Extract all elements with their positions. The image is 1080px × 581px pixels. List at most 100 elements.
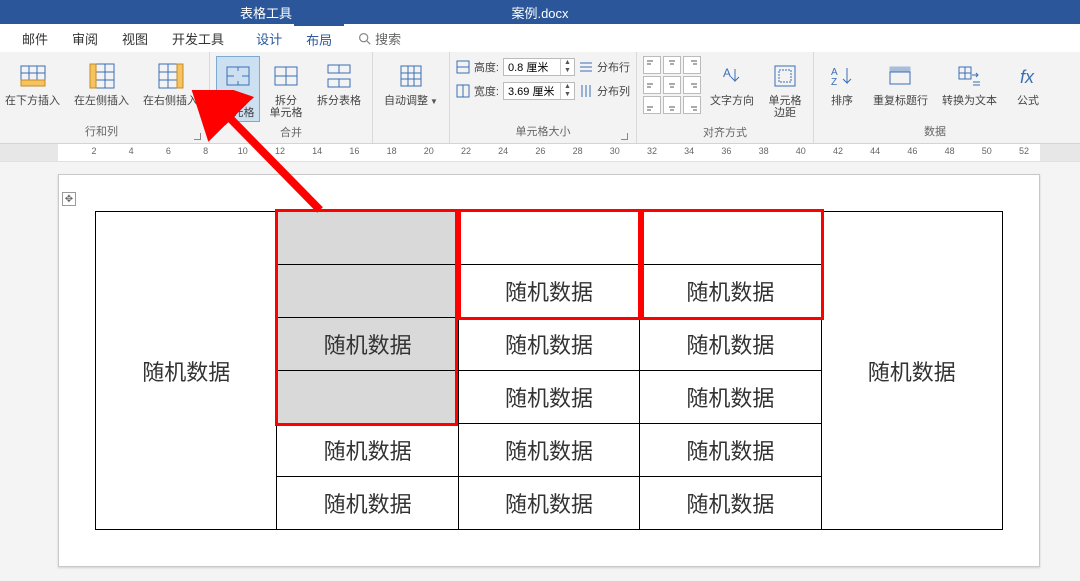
table-cell[interactable]: 随机数据 xyxy=(640,318,821,371)
autofit-icon xyxy=(394,59,428,93)
insert-below-button[interactable]: 在下方插入 xyxy=(0,56,65,110)
table-cell[interactable]: 随机数据 xyxy=(96,212,277,530)
align-bc[interactable] xyxy=(663,96,681,114)
tab-layout[interactable]: 布局 xyxy=(294,24,344,52)
width-label: 宽度: xyxy=(474,83,499,99)
table-cell[interactable] xyxy=(277,265,458,318)
tab-developer[interactable]: 开发工具 xyxy=(160,24,236,52)
group-label-alignment: 对齐方式 xyxy=(643,122,807,144)
table-cell[interactable]: 随机数据 xyxy=(277,318,458,371)
table-cell[interactable]: 随机数据 xyxy=(640,424,821,477)
table-cell[interactable] xyxy=(458,212,639,265)
merge-cells-button[interactable]: 合并 单元格 xyxy=(216,56,260,122)
group-data: AZ 排序 重复标题行 转换为文本 xyxy=(814,52,1056,143)
horizontal-ruler[interactable]: 2468101214161820222426283032343638404244… xyxy=(0,144,1080,162)
search-placeholder: 搜索 xyxy=(375,29,401,48)
repeat-header-button[interactable]: 重复标题行 xyxy=(868,56,933,110)
table-cell[interactable]: 随机数据 xyxy=(640,265,821,318)
distribute-cols-icon xyxy=(579,84,593,98)
chevron-down-icon: ▼ xyxy=(430,97,438,106)
table-cell[interactable]: 随机数据 xyxy=(458,265,639,318)
group-label-data: 数据 xyxy=(820,121,1050,143)
align-ml[interactable] xyxy=(643,76,661,94)
convert-to-text-button[interactable]: 转换为文本 xyxy=(937,56,1002,110)
table-cell[interactable]: 随机数据 xyxy=(458,371,639,424)
convert-to-text-icon xyxy=(952,59,986,93)
insert-left-button[interactable]: 在左侧插入 xyxy=(69,56,134,110)
table-cell[interactable]: 随机数据 xyxy=(277,477,458,530)
align-tr[interactable] xyxy=(683,56,701,74)
search-box[interactable]: 搜索 xyxy=(358,29,401,48)
search-icon xyxy=(358,32,371,45)
distribute-rows-button[interactable]: 分布行 xyxy=(597,59,630,75)
stepper-down-icon[interactable]: ▼ xyxy=(561,91,574,99)
merge-cells-icon xyxy=(221,59,255,93)
insert-right-button[interactable]: 在右侧插入 xyxy=(138,56,203,110)
svg-text:fx: fx xyxy=(1020,67,1035,87)
alignment-grid xyxy=(643,56,701,114)
align-mc[interactable] xyxy=(663,76,681,94)
col-width-input[interactable]: ▲▼ xyxy=(503,82,575,100)
split-cells-icon xyxy=(269,59,303,93)
tab-design[interactable]: 设计 xyxy=(244,24,294,52)
svg-text:Z: Z xyxy=(831,77,837,88)
insert-below-icon xyxy=(16,59,50,93)
ribbon-tabs: 邮件 审阅 视图 开发工具 设计 布局 搜索 xyxy=(0,24,1080,52)
insert-left-icon xyxy=(85,59,119,93)
tab-review[interactable]: 审阅 xyxy=(60,24,110,52)
split-cells-button[interactable]: 拆分 单元格 xyxy=(264,56,308,122)
ribbon: 在下方插入 在左侧插入 在右侧插入 行和列 xyxy=(0,52,1080,144)
group-label-merge: 合并 xyxy=(216,122,366,144)
formula-button[interactable]: fx 公式 xyxy=(1006,56,1050,110)
row-height-input[interactable]: ▲▼ xyxy=(503,58,575,76)
group-label-rows-cols: 行和列 xyxy=(0,121,203,143)
repeat-header-icon xyxy=(883,59,917,93)
autofit-button[interactable]: 自动调整▼ xyxy=(379,56,443,110)
table-cell[interactable]: 随机数据 xyxy=(458,477,639,530)
align-bl[interactable] xyxy=(643,96,661,114)
table-cell[interactable] xyxy=(277,212,458,265)
col-width-icon xyxy=(456,84,470,98)
formula-icon: fx xyxy=(1011,59,1045,93)
sort-button[interactable]: AZ 排序 xyxy=(820,56,864,110)
table-cell[interactable]: 随机数据 xyxy=(277,424,458,477)
text-direction-icon: A xyxy=(715,59,749,93)
title-bar: 表格工具 案例.docx xyxy=(0,0,1080,24)
table-cell[interactable]: 随机数据 xyxy=(458,318,639,371)
height-label: 高度: xyxy=(474,59,499,75)
document-area: 随机数据 随机数据 随机数据 随机数据 随机数据 随机数据 随机数据 xyxy=(0,162,1080,581)
table-cell[interactable] xyxy=(277,371,458,424)
distribute-cols-button[interactable]: 分布列 xyxy=(597,83,630,99)
group-autofit: 自动调整▼ xyxy=(373,52,450,143)
align-br[interactable] xyxy=(683,96,701,114)
align-tl[interactable] xyxy=(643,56,661,74)
group-rows-cols: 在下方插入 在左侧插入 在右侧插入 行和列 xyxy=(0,52,210,143)
document-table[interactable]: 随机数据 随机数据 随机数据 随机数据 随机数据 随机数据 随机数据 xyxy=(95,211,1003,530)
tab-mail[interactable]: 邮件 xyxy=(10,24,60,52)
page: 随机数据 随机数据 随机数据 随机数据 随机数据 随机数据 随机数据 xyxy=(58,174,1040,567)
document-title: 案例.docx xyxy=(511,3,568,22)
table-cell[interactable]: 随机数据 xyxy=(640,477,821,530)
table-cell[interactable]: 随机数据 xyxy=(821,212,1002,530)
cell-margins-button[interactable]: 单元格 边距 xyxy=(763,56,807,122)
text-direction-button[interactable]: A 文字方向 xyxy=(705,56,759,110)
table-cell[interactable]: 随机数据 xyxy=(458,424,639,477)
split-table-icon xyxy=(322,59,356,93)
align-tc[interactable] xyxy=(663,56,681,74)
group-label-cell-size: 单元格大小 xyxy=(456,121,630,143)
table-row: 随机数据 随机数据 xyxy=(96,212,1003,265)
table-move-handle[interactable] xyxy=(62,192,76,206)
stepper-down-icon[interactable]: ▼ xyxy=(561,67,574,75)
insert-right-icon xyxy=(154,59,188,93)
contextual-tab-label: 表格工具 xyxy=(220,0,312,24)
stepper-up-icon[interactable]: ▲ xyxy=(561,83,574,91)
tab-view[interactable]: 视图 xyxy=(110,24,160,52)
align-mr[interactable] xyxy=(683,76,701,94)
rows-cols-dialog-launcher[interactable] xyxy=(191,130,201,140)
split-table-button[interactable]: 拆分表格 xyxy=(312,56,366,110)
cell-size-dialog-launcher[interactable] xyxy=(618,130,628,140)
table-cell[interactable] xyxy=(640,212,821,265)
stepper-up-icon[interactable]: ▲ xyxy=(561,59,574,67)
table-cell[interactable]: 随机数据 xyxy=(640,371,821,424)
group-alignment: A 文字方向 单元格 边距 对齐方式 xyxy=(637,52,814,143)
